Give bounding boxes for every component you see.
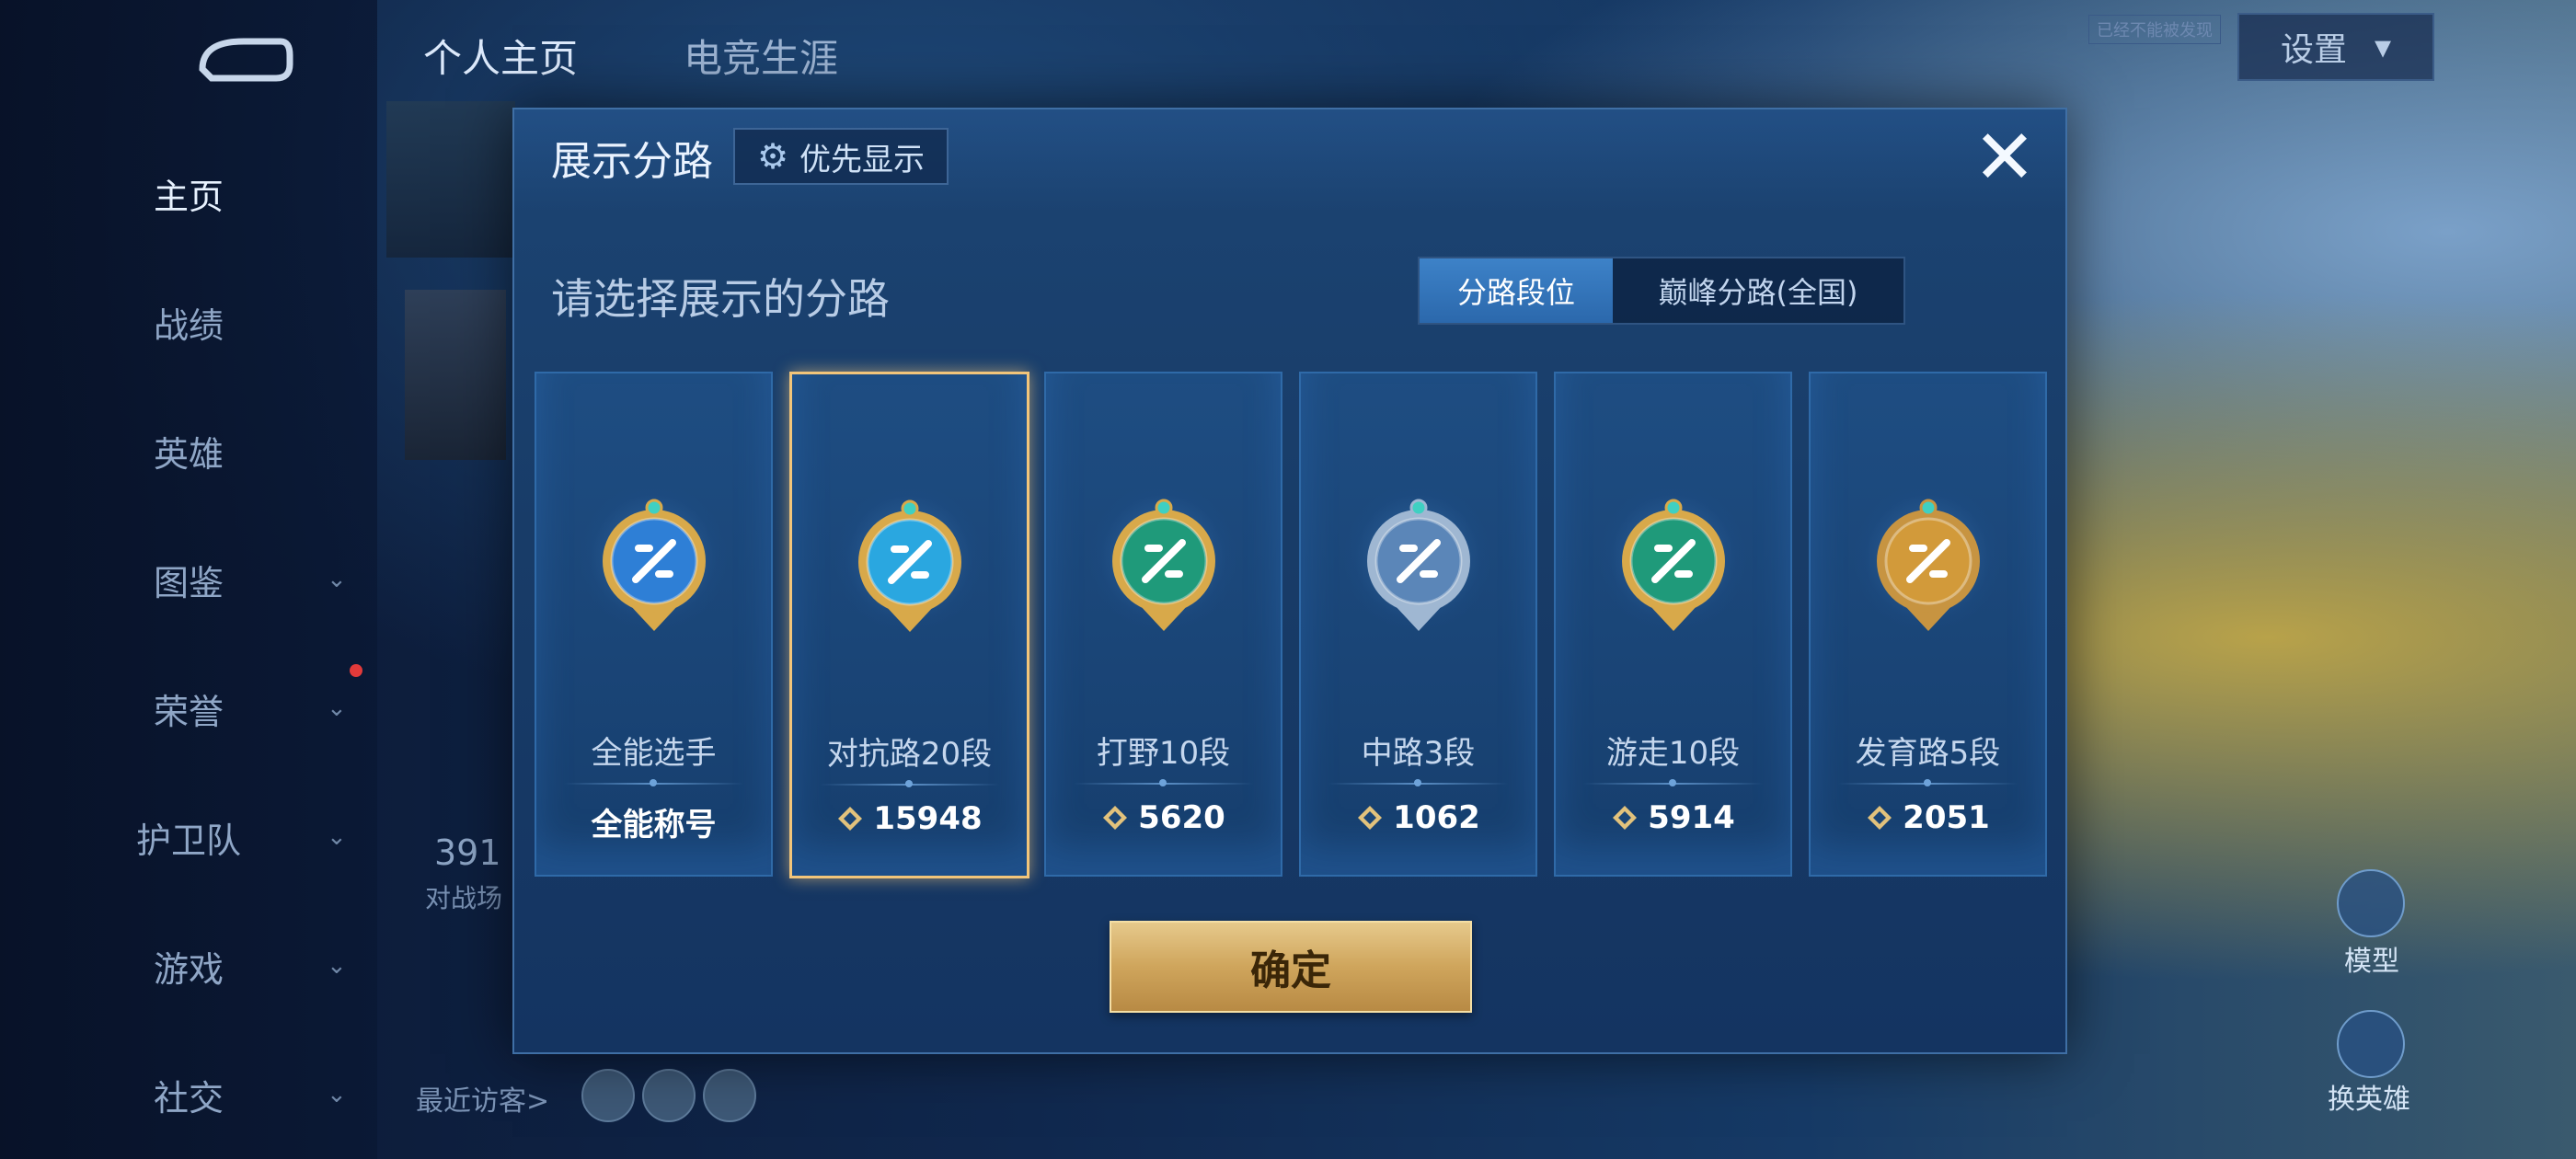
recent-visitors-link[interactable]: 最近访客> xyxy=(416,1078,549,1119)
priority-display-button[interactable]: ⚙ 优先显示 xyxy=(733,128,949,185)
gear-icon: ⚙ xyxy=(756,136,789,177)
lane-points: 5620 xyxy=(1046,799,1281,836)
sidebar-item[interactable]: 英雄 xyxy=(0,414,377,488)
visitor-avatar[interactable] xyxy=(703,1069,756,1122)
lane-rank-label: 游走10段 xyxy=(1605,735,1741,772)
lane-points-value: 2051 xyxy=(1903,799,1990,836)
divider xyxy=(1583,779,1763,786)
divider xyxy=(820,780,999,787)
lane-points: 2051 xyxy=(1811,799,2045,836)
lane-card[interactable]: 发育路5段 2051 xyxy=(1809,372,2047,877)
visitor-avatar[interactable] xyxy=(581,1069,635,1122)
tab-personal-home[interactable]: 个人主页 xyxy=(423,28,578,84)
priority-display-label: 优先显示 xyxy=(799,141,926,178)
status-tag: 已经不能被发现 xyxy=(2088,15,2221,44)
sidebar: 主页战绩英雄图鉴 ⌄ 荣誉 ⌄ 护卫队 ⌄ 游戏 ⌄ 社交 ⌄ xyxy=(0,0,377,1159)
sidebar-item-label: 主页 xyxy=(153,176,224,217)
sidebar-item-label: 荣誉 xyxy=(153,691,224,732)
divider xyxy=(1328,779,1508,786)
lane-card-list: 全能选手 全能称号 对抗路20段 15948 打野10段 5620 中路3段 1062 游走10… xyxy=(535,372,2047,878)
model-label[interactable]: 模型 xyxy=(2344,938,2399,979)
lane-card[interactable]: 对抗路20段 15948 xyxy=(789,372,1029,878)
chevron-down-icon: ▾ xyxy=(2374,28,2392,66)
modal-subtitle: 请选择展示的分路 xyxy=(551,274,890,324)
sidebar-item-label: 游戏 xyxy=(153,948,224,990)
lane-points-value: 5914 xyxy=(1648,799,1735,836)
sidebar-item[interactable]: 图鉴 ⌄ xyxy=(0,543,377,616)
tab-esports-career[interactable]: 电竞生涯 xyxy=(684,28,838,84)
sidebar-item[interactable]: 荣誉 ⌄ xyxy=(0,671,377,745)
confirm-button[interactable]: 确定 xyxy=(1110,921,1472,1013)
visitor-avatar[interactable] xyxy=(642,1069,696,1122)
points-icon xyxy=(838,807,863,831)
stat-label: 对战场 xyxy=(425,883,503,913)
sidebar-item[interactable]: 战绩 xyxy=(0,285,377,359)
notification-dot xyxy=(350,664,362,677)
settings-label: 设置 xyxy=(2280,31,2347,69)
sidebar-item[interactable]: 主页 xyxy=(0,156,377,230)
profile-banner xyxy=(386,101,515,258)
rank-badge-icon xyxy=(1367,499,1470,631)
rank-badge-icon xyxy=(858,499,961,632)
lane-points-value: 全能称号 xyxy=(591,807,717,843)
top-tabs: 个人主页 电竞生涯 xyxy=(423,28,838,84)
chevron-down-icon: ⌄ xyxy=(327,694,347,722)
lane-rank-label: 对抗路20段 xyxy=(826,736,993,773)
chevron-down-icon: ⌄ xyxy=(327,952,347,980)
stat-number: 391 xyxy=(434,832,501,873)
sidebar-item[interactable]: 护卫队 ⌄ xyxy=(0,800,377,874)
lane-rank-label: 发育路5段 xyxy=(1855,735,2001,772)
close-button[interactable]: ✕ xyxy=(1968,114,2041,201)
divider xyxy=(1074,779,1253,786)
lane-points: 5914 xyxy=(1556,799,1790,836)
lane-rank-label: 中路3段 xyxy=(1361,735,1476,772)
avatar[interactable] xyxy=(405,290,506,460)
switch-hero-icon[interactable] xyxy=(2337,1010,2405,1078)
lane-rank-label: 打野10段 xyxy=(1096,735,1231,772)
rank-badge-icon xyxy=(1877,499,1980,631)
close-icon: ✕ xyxy=(1972,113,2037,201)
lane-display-modal: 展示分路 ⚙ 优先显示 ✕ 请选择展示的分路 分路段位 巅峰分路(全国) 全能选… xyxy=(512,108,2067,1054)
rank-badge-icon xyxy=(603,499,706,631)
points-icon xyxy=(1868,806,1892,830)
tab-lane-rank[interactable]: 分路段位 xyxy=(1420,258,1613,323)
points-icon xyxy=(1358,806,1383,830)
chevron-down-icon: ⌄ xyxy=(327,566,347,593)
sidebar-item-label: 社交 xyxy=(153,1077,224,1119)
model-icon[interactable] xyxy=(2337,869,2405,937)
lane-card[interactable]: 中路3段 1062 xyxy=(1299,372,1537,877)
sidebar-item-label: 英雄 xyxy=(153,433,224,475)
rank-badge-icon xyxy=(1112,499,1215,631)
sidebar-item[interactable]: 社交 ⌄ xyxy=(0,1058,377,1131)
modal-title: 展示分路 xyxy=(551,138,713,185)
lane-points: 15948 xyxy=(792,800,1027,837)
lane-rank-label: 全能选手 xyxy=(591,735,717,772)
rank-badge-icon xyxy=(1622,499,1725,631)
sidebar-item[interactable]: 游戏 ⌄ xyxy=(0,929,377,1003)
lane-points-value: 15948 xyxy=(873,800,983,837)
lane-points: 全能称号 xyxy=(536,799,771,844)
chevron-down-icon: ⌄ xyxy=(327,823,347,851)
sidebar-item-label: 图鉴 xyxy=(153,562,224,603)
lane-card[interactable]: 打野10段 5620 xyxy=(1044,372,1282,877)
sidebar-item-label: 护卫队 xyxy=(135,820,241,861)
switch-hero-label[interactable]: 换英雄 xyxy=(2328,1076,2410,1117)
lane-points: 1062 xyxy=(1301,799,1535,836)
points-icon xyxy=(1103,806,1128,830)
lane-type-toggle: 分路段位 巅峰分路(全国) xyxy=(1418,257,1905,325)
divider xyxy=(564,779,743,786)
lane-card[interactable]: 游走10段 5914 xyxy=(1554,372,1792,877)
lane-points-value: 1062 xyxy=(1393,799,1480,836)
back-icon[interactable] xyxy=(193,32,294,87)
points-icon xyxy=(1613,806,1638,830)
tab-peak-lane[interactable]: 巅峰分路(全国) xyxy=(1613,258,1903,323)
divider xyxy=(1838,779,2018,786)
lane-card[interactable]: 全能选手 全能称号 xyxy=(535,372,773,877)
settings-button[interactable]: 设置 ▾ xyxy=(2237,13,2434,81)
chevron-down-icon: ⌄ xyxy=(327,1081,347,1108)
lane-points-value: 5620 xyxy=(1138,799,1225,836)
sidebar-item-label: 战绩 xyxy=(153,304,224,346)
